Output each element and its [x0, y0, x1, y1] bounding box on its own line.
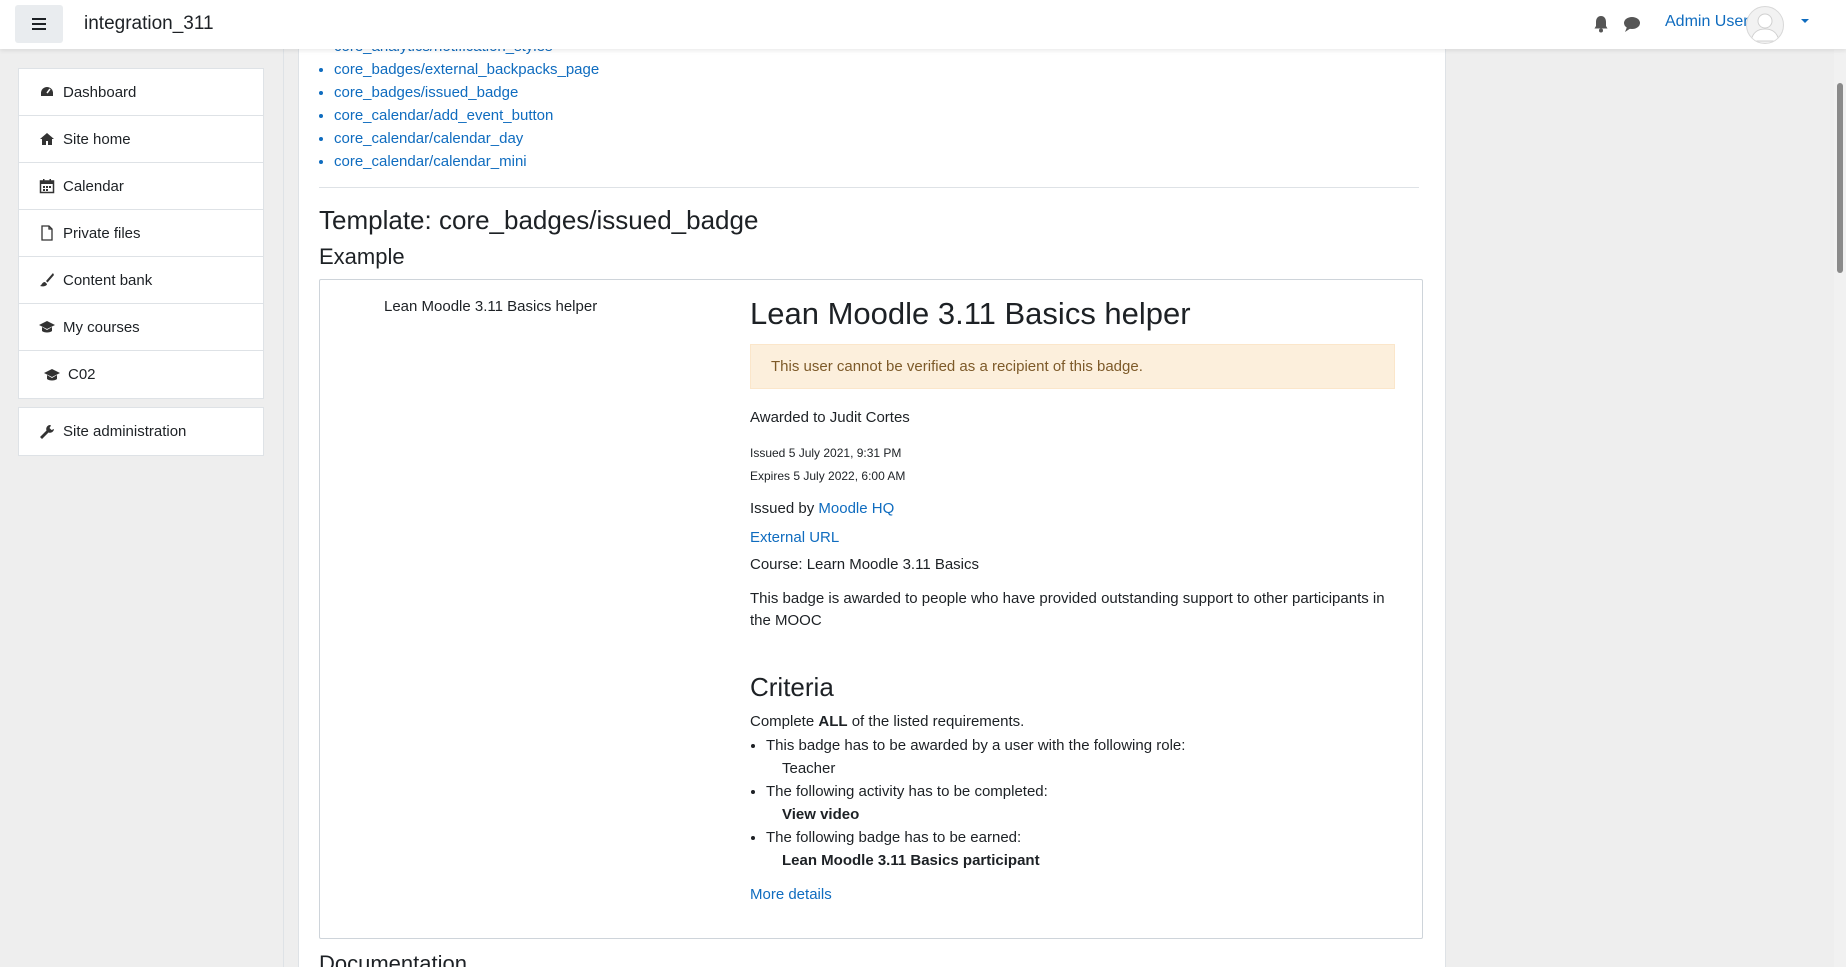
template-link[interactable]: core_badges/issued_badge	[334, 84, 518, 101]
nav-item-label: Private files	[63, 224, 141, 242]
nav-item-label: C02	[68, 366, 96, 383]
nav-item-label: Content bank	[63, 271, 153, 289]
list-item[interactable]: core_calendar/calendar_day	[334, 127, 1419, 150]
example-box: Lean Moodle 3.11 Basics helper Lean Mood…	[319, 279, 1423, 939]
nav-item-label: Dashboard	[63, 83, 137, 101]
criteria-detail: Lean Moodle 3.11 Basics participant	[782, 852, 1040, 869]
main-content: core_analytics/notification_styles core_…	[298, 41, 1446, 967]
template-link[interactable]: core_badges/external_backpacks_page	[334, 61, 599, 78]
avatar[interactable]	[1746, 6, 1784, 44]
issuer-line: Issued by Moodle HQ	[750, 500, 1395, 517]
external-url-link[interactable]: External URL	[750, 529, 1395, 546]
badge-details: Lean Moodle 3.11 Basics helper This user…	[750, 296, 1395, 903]
documentation-heading: Documentation	[319, 951, 467, 967]
nav-item-site-home[interactable]: Site home	[19, 116, 263, 163]
criteria-intro-post: of the listed requirements.	[851, 713, 1025, 730]
more-details-link[interactable]: More details	[750, 886, 1395, 903]
wrench-icon	[39, 424, 55, 440]
nav-item-dashboard[interactable]: Dashboard	[19, 69, 263, 116]
criteria-intro-bold: ALL	[818, 713, 848, 730]
awarded-to: Awarded to Judit Cortes	[750, 409, 910, 426]
template-link[interactable]: core_calendar/calendar_day	[334, 130, 523, 147]
criteria-heading: Criteria	[750, 672, 834, 702]
drawer-toggle-button[interactable]	[15, 5, 63, 43]
criteria-list: This badge has to be awarded by a user w…	[750, 734, 1395, 872]
badge-image-caption: Lean Moodle 3.11 Basics helper	[384, 298, 598, 315]
nav-item-label: Site home	[63, 130, 131, 148]
chat-bubble-icon[interactable]	[1622, 14, 1642, 34]
criteria-text: The following activity has to be complet…	[766, 783, 1048, 800]
issuer-link[interactable]: Moodle HQ	[818, 500, 894, 517]
course-line: Course: Learn Moodle 3.11 Basics	[750, 556, 980, 573]
brush-icon	[39, 272, 55, 288]
template-title: Template: core_badges/issued_badge	[319, 205, 759, 235]
list-item[interactable]: core_calendar/add_event_button	[334, 104, 1419, 127]
nav-group-admin: Site administration	[18, 407, 264, 456]
page-scrollbar-thumb[interactable]	[1837, 83, 1843, 273]
nav-item-label: Site administration	[63, 423, 187, 440]
graduation-cap-icon	[44, 367, 60, 383]
nav-item-course-c02[interactable]: C02	[19, 351, 263, 398]
dashboard-icon	[39, 84, 55, 100]
template-link[interactable]: core_calendar/calendar_mini	[334, 153, 527, 170]
list-item[interactable]: core_calendar/calendar_mini	[334, 150, 1419, 173]
criteria-intro: Complete ALL of the listed requirements.	[750, 713, 1395, 730]
criteria-text: The following badge has to be earned:	[766, 829, 1022, 846]
verification-alert: This user cannot be verified as a recipi…	[750, 344, 1395, 389]
chevron-down-icon[interactable]	[1800, 17, 1810, 25]
site-name[interactable]: integration_311	[84, 13, 214, 35]
nav-item-label: My courses	[63, 318, 140, 336]
example-heading: Example	[319, 244, 405, 269]
criteria-detail: Teacher	[782, 760, 836, 777]
bell-icon[interactable]	[1591, 14, 1611, 34]
criteria-item: The following badge has to be earned: Le…	[766, 826, 1395, 872]
badge-name: Lean Moodle 3.11 Basics helper	[750, 296, 1191, 331]
graduation-cap-icon	[39, 319, 55, 335]
calendar-icon	[39, 178, 55, 194]
issued-by-label: Issued by	[750, 500, 815, 517]
issued-date: Issued 5 July 2021, 9:31 PM	[750, 446, 902, 460]
nav-item-calendar[interactable]: Calendar	[19, 163, 263, 210]
nav-item-private-files[interactable]: Private files	[19, 210, 263, 257]
nav-item-content-bank[interactable]: Content bank	[19, 257, 263, 304]
criteria-item: The following activity has to be complet…	[766, 780, 1395, 826]
template-link[interactable]: core_calendar/add_event_button	[334, 107, 553, 124]
list-item[interactable]: core_badges/issued_badge	[334, 81, 1419, 104]
nav-drawer: Dashboard Site home Calendar Private fil…	[0, 49, 284, 967]
list-item[interactable]: core_badges/external_backpacks_page	[334, 58, 1419, 81]
criteria-text: This badge has to be awarded by a user w…	[766, 737, 1186, 754]
badge-description: This badge is awarded to people who have…	[750, 590, 1385, 629]
file-icon	[39, 225, 55, 241]
criteria-item: This badge has to be awarded by a user w…	[766, 734, 1395, 780]
criteria-intro-pre: Complete	[750, 713, 815, 730]
nav-item-my-courses[interactable]: My courses	[19, 304, 263, 351]
nav-item-label: Calendar	[63, 177, 124, 195]
nav-item-site-administration[interactable]: Site administration	[19, 408, 263, 455]
user-avatar-icon	[1750, 13, 1780, 42]
home-icon	[39, 131, 55, 147]
nav-group-main: Dashboard Site home Calendar Private fil…	[18, 68, 264, 399]
user-menu-name[interactable]: Admin User	[1665, 13, 1749, 31]
hamburger-menu-icon	[32, 18, 46, 30]
top-navbar: integration_311 Admin User	[0, 0, 1846, 49]
expires-date: Expires 5 July 2022, 6:00 AM	[750, 469, 906, 483]
criteria-detail: View video	[782, 806, 860, 823]
template-list[interactable]: core_analytics/notification_styles core_…	[319, 41, 1419, 188]
